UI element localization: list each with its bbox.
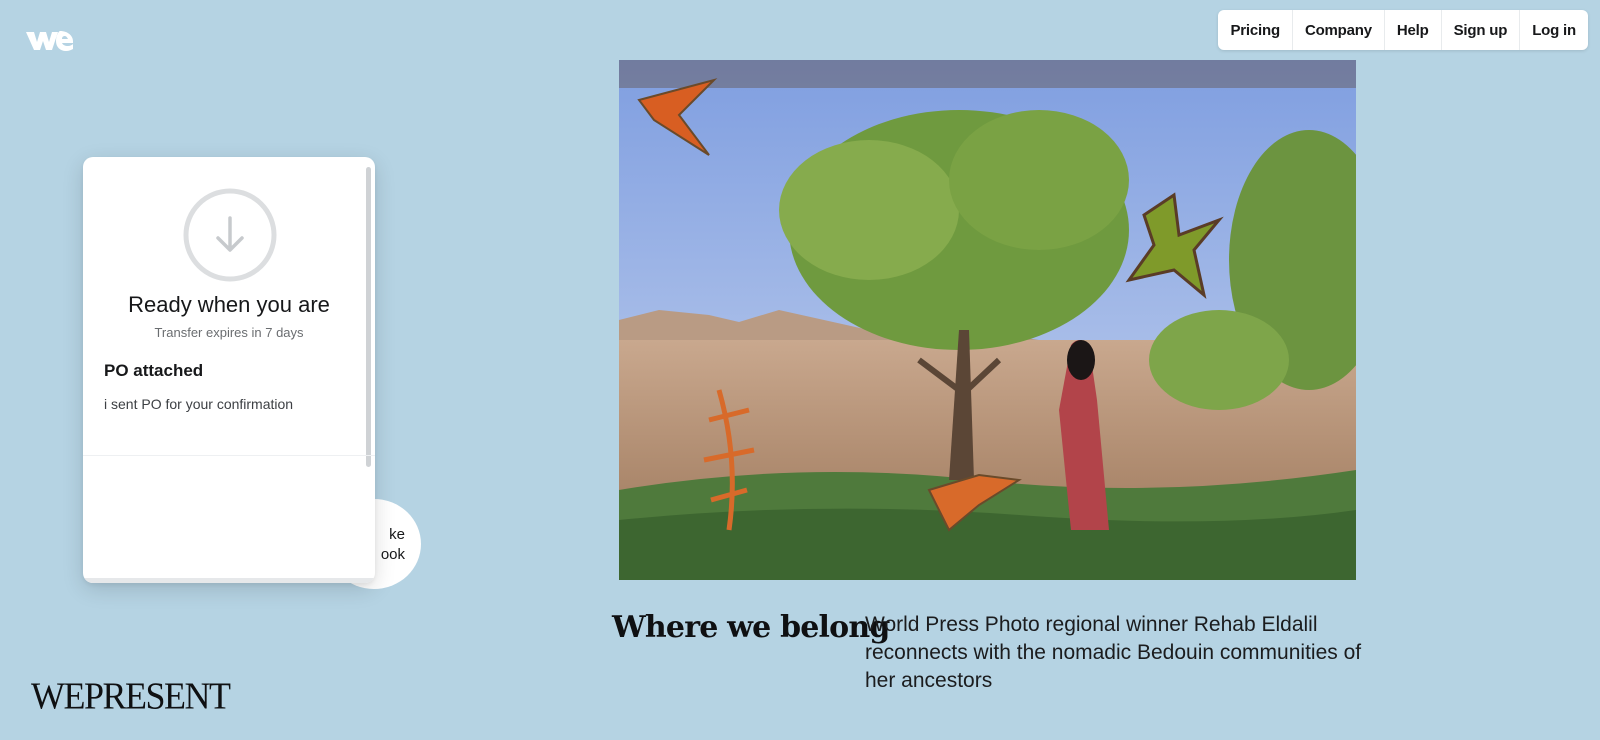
card-divider <box>83 455 375 456</box>
transfer-message: i sent PO for your confirmation <box>104 396 294 412</box>
top-nav: Pricing Company Help Sign up Log in <box>1218 10 1588 50</box>
wepresent-logo[interactable]: WEPRESENT <box>31 674 231 718</box>
hero-photo-illustration <box>619 60 1356 580</box>
card-title: Ready when you are <box>128 292 330 317</box>
nav-company[interactable]: Company <box>1291 10 1384 50</box>
nav-pricing[interactable]: Pricing <box>1218 10 1291 50</box>
card-bottom-edge <box>83 578 375 583</box>
wetransfer-logo[interactable] <box>24 26 74 54</box>
transfer-name: PO attached <box>104 361 204 380</box>
hero-photo[interactable] <box>619 60 1356 580</box>
expiry-text: Transfer expires in 7 days <box>154 325 304 340</box>
nav-log-in[interactable]: Log in <box>1519 10 1588 50</box>
nav-help[interactable]: Help <box>1383 10 1441 50</box>
download-icon[interactable] <box>182 187 278 283</box>
story-description: World Press Photo regional winner Rehab … <box>865 613 1362 692</box>
story-headline[interactable]: Where we belong <box>612 610 890 645</box>
nav-sign-up[interactable]: Sign up <box>1440 10 1520 50</box>
transfer-card: Ready when you are Transfer expires in 7… <box>83 157 375 583</box>
